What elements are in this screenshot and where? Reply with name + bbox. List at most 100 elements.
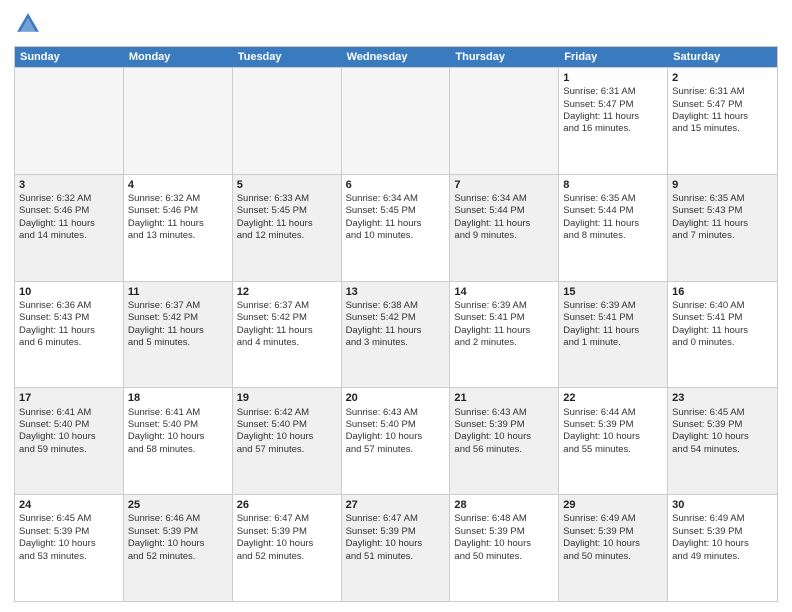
day-info-line-3: and 0 minutes. [672,337,773,349]
calendar-cell-empty [124,68,233,174]
day-info-line-3: and 2 minutes. [454,337,554,349]
calendar-cell-day-10: 10Sunrise: 6:36 AMSunset: 5:43 PMDayligh… [15,282,124,388]
day-info-line-1: Sunset: 5:39 PM [454,526,554,538]
calendar-cell-empty [15,68,124,174]
day-info-line-0: Sunrise: 6:43 AM [454,407,554,419]
day-info-line-0: Sunrise: 6:48 AM [454,513,554,525]
calendar-cell-day-20: 20Sunrise: 6:43 AMSunset: 5:40 PMDayligh… [342,388,451,494]
day-number: 29 [563,498,663,512]
day-info-line-3: and 53 minutes. [19,551,119,563]
calendar-cell-day-17: 17Sunrise: 6:41 AMSunset: 5:40 PMDayligh… [15,388,124,494]
day-info-line-2: Daylight: 11 hours [237,218,337,230]
calendar-cell-day-29: 29Sunrise: 6:49 AMSunset: 5:39 PMDayligh… [559,495,668,601]
calendar-cell-day-21: 21Sunrise: 6:43 AMSunset: 5:39 PMDayligh… [450,388,559,494]
day-info-line-1: Sunset: 5:40 PM [237,419,337,431]
day-info-line-2: Daylight: 10 hours [563,431,663,443]
day-info-line-2: Daylight: 10 hours [454,538,554,550]
day-info-line-0: Sunrise: 6:33 AM [237,193,337,205]
day-number: 23 [672,391,773,405]
day-info-line-3: and 10 minutes. [346,230,446,242]
day-number: 3 [19,178,119,192]
day-info-line-3: and 13 minutes. [128,230,228,242]
calendar: SundayMondayTuesdayWednesdayThursdayFrid… [14,46,778,602]
day-info-line-2: Daylight: 10 hours [237,538,337,550]
page: SundayMondayTuesdayWednesdayThursdayFrid… [0,0,792,612]
day-info-line-0: Sunrise: 6:35 AM [563,193,663,205]
day-info-line-1: Sunset: 5:46 PM [19,205,119,217]
header-day-saturday: Saturday [668,47,777,67]
header-day-monday: Monday [124,47,233,67]
day-info-line-1: Sunset: 5:39 PM [672,419,773,431]
day-info-line-1: Sunset: 5:39 PM [237,526,337,538]
day-info-line-3: and 51 minutes. [346,551,446,563]
day-info-line-3: and 1 minute. [563,337,663,349]
day-info-line-1: Sunset: 5:41 PM [454,312,554,324]
day-number: 27 [346,498,446,512]
day-info-line-2: Daylight: 11 hours [346,218,446,230]
day-info-line-2: Daylight: 11 hours [19,325,119,337]
day-info-line-2: Daylight: 11 hours [128,325,228,337]
day-info-line-1: Sunset: 5:39 PM [672,526,773,538]
day-info-line-3: and 12 minutes. [237,230,337,242]
day-info-line-3: and 56 minutes. [454,444,554,456]
calendar-cell-day-28: 28Sunrise: 6:48 AMSunset: 5:39 PMDayligh… [450,495,559,601]
calendar-cell-day-14: 14Sunrise: 6:39 AMSunset: 5:41 PMDayligh… [450,282,559,388]
calendar-cell-day-18: 18Sunrise: 6:41 AMSunset: 5:40 PMDayligh… [124,388,233,494]
header [14,10,778,38]
day-info-line-0: Sunrise: 6:41 AM [19,407,119,419]
day-info-line-0: Sunrise: 6:42 AM [237,407,337,419]
calendar-cell-empty [233,68,342,174]
day-info-line-1: Sunset: 5:39 PM [346,526,446,538]
day-number: 18 [128,391,228,405]
day-number: 6 [346,178,446,192]
calendar-row-0: 1Sunrise: 6:31 AMSunset: 5:47 PMDaylight… [15,67,777,174]
calendar-cell-empty [342,68,451,174]
day-number: 4 [128,178,228,192]
day-number: 26 [237,498,337,512]
day-number: 19 [237,391,337,405]
day-number: 28 [454,498,554,512]
logo [14,10,46,38]
day-info-line-1: Sunset: 5:39 PM [19,526,119,538]
calendar-cell-day-26: 26Sunrise: 6:47 AMSunset: 5:39 PMDayligh… [233,495,342,601]
day-info-line-3: and 49 minutes. [672,551,773,563]
day-info-line-1: Sunset: 5:42 PM [237,312,337,324]
day-info-line-0: Sunrise: 6:49 AM [672,513,773,525]
calendar-cell-day-22: 22Sunrise: 6:44 AMSunset: 5:39 PMDayligh… [559,388,668,494]
header-day-thursday: Thursday [450,47,559,67]
day-info-line-3: and 57 minutes. [237,444,337,456]
day-info-line-1: Sunset: 5:40 PM [346,419,446,431]
calendar-cell-day-25: 25Sunrise: 6:46 AMSunset: 5:39 PMDayligh… [124,495,233,601]
day-info-line-0: Sunrise: 6:37 AM [128,300,228,312]
calendar-cell-day-6: 6Sunrise: 6:34 AMSunset: 5:45 PMDaylight… [342,175,451,281]
day-info-line-0: Sunrise: 6:45 AM [672,407,773,419]
day-info-line-2: Daylight: 10 hours [128,538,228,550]
day-info-line-3: and 50 minutes. [563,551,663,563]
day-info-line-1: Sunset: 5:42 PM [346,312,446,324]
day-info-line-2: Daylight: 10 hours [672,431,773,443]
day-info-line-1: Sunset: 5:39 PM [563,419,663,431]
calendar-cell-day-11: 11Sunrise: 6:37 AMSunset: 5:42 PMDayligh… [124,282,233,388]
day-info-line-1: Sunset: 5:42 PM [128,312,228,324]
day-number: 13 [346,285,446,299]
day-info-line-3: and 8 minutes. [563,230,663,242]
day-info-line-1: Sunset: 5:44 PM [454,205,554,217]
header-day-wednesday: Wednesday [342,47,451,67]
day-info-line-1: Sunset: 5:39 PM [128,526,228,538]
calendar-row-4: 24Sunrise: 6:45 AMSunset: 5:39 PMDayligh… [15,494,777,601]
day-info-line-0: Sunrise: 6:37 AM [237,300,337,312]
day-info-line-2: Daylight: 10 hours [237,431,337,443]
day-number: 1 [563,71,663,85]
day-info-line-0: Sunrise: 6:46 AM [128,513,228,525]
calendar-cell-day-23: 23 Sunrise: 6:45 AMSunset: 5:39 PMDayligh… [668,388,777,494]
day-info-line-2: Daylight: 11 hours [672,325,773,337]
day-info-line-1: Sunset: 5:39 PM [454,419,554,431]
day-info-line-3: and 9 minutes. [454,230,554,242]
day-info-line-3: and 55 minutes. [563,444,663,456]
calendar-cell-day-12: 12Sunrise: 6:37 AMSunset: 5:42 PMDayligh… [233,282,342,388]
day-info-line-0: Sunrise: 6:49 AM [563,513,663,525]
day-info-line-3: and 3 minutes. [346,337,446,349]
calendar-row-1: 3Sunrise: 6:32 AMSunset: 5:46 PMDaylight… [15,174,777,281]
day-info-line-0: Sunrise: 6:40 AM [672,300,773,312]
calendar-row-2: 10Sunrise: 6:36 AMSunset: 5:43 PMDayligh… [15,281,777,388]
